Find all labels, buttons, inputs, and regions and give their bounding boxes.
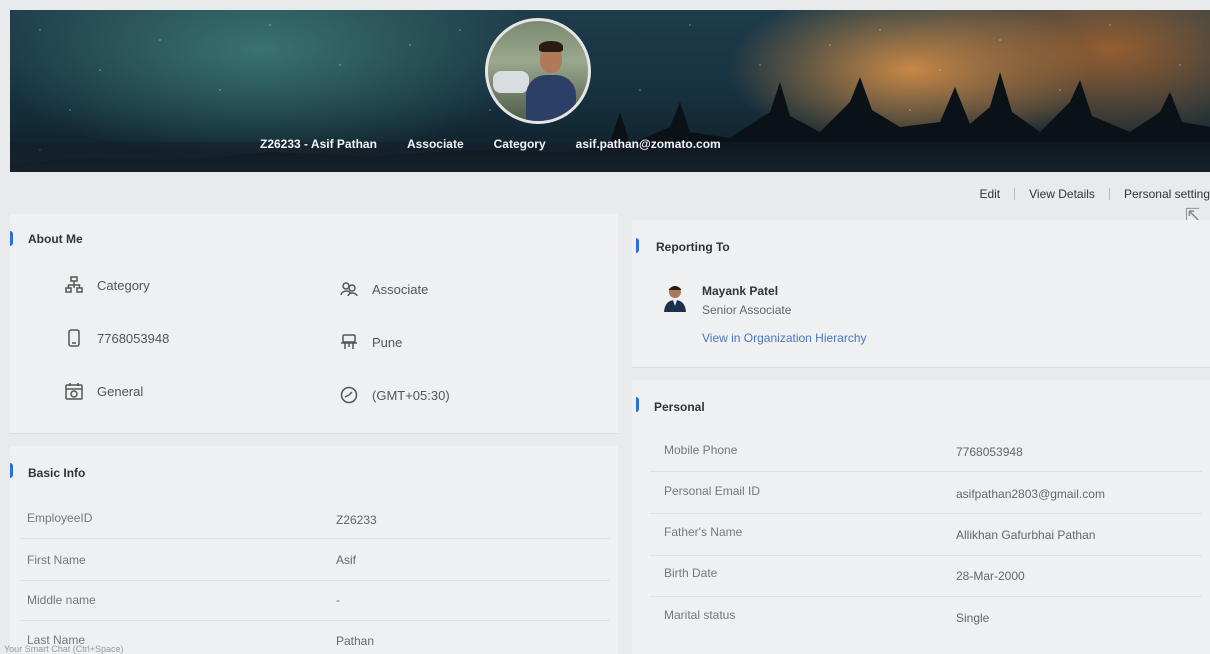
about-item-category: Category: [65, 276, 150, 294]
mobile-icon: [68, 329, 80, 347]
personal-title: Personal: [654, 400, 705, 414]
employee-category: Category: [493, 137, 546, 151]
desk-icon: [341, 334, 357, 349]
people-icon: [340, 282, 358, 297]
personal-label-marital: Marital status: [664, 608, 736, 622]
personal-value-email: asifpathan2803@gmail.com: [956, 487, 1105, 501]
personal-label-father: Father's Name: [664, 525, 743, 539]
about-item-shift: General: [65, 382, 143, 400]
personal-label-birth-date: Birth Date: [664, 566, 718, 580]
manager-avatar-icon[interactable]: [663, 284, 687, 312]
calendar-icon: [65, 383, 83, 400]
basic-value-last-name: Pathan: [336, 634, 375, 648]
manager-name[interactable]: Mayank Patel: [702, 284, 778, 298]
basic-value-first-name: Asif: [336, 553, 357, 567]
about-item-timezone: (GMT+05:30): [340, 386, 450, 404]
basic-label-employeeid: EmployeeID: [27, 511, 93, 525]
basic-info-panel: [10, 446, 618, 654]
view-details-button[interactable]: View Details: [1015, 183, 1109, 205]
about-me-panel: [10, 214, 618, 434]
about-item-role: Associate: [340, 280, 428, 298]
hierarchy-icon: [65, 276, 83, 293]
about-item-mobile: 7768053948: [65, 329, 169, 347]
personal-value-birth-date: 28-Mar-2000: [956, 569, 1025, 583]
personal-value-father: Allikhan Gafurbhai Pathan: [956, 528, 1096, 542]
basic-value-middle-name: -: [336, 593, 340, 607]
smart-chat-hint[interactable]: Your Smart Chat (Ctrl+Space): [0, 644, 123, 654]
about-item-location: Pune: [340, 333, 402, 351]
basic-value-employeeid: Z26233: [336, 513, 377, 527]
employee-name: Z26233 - Asif Pathan: [260, 137, 377, 151]
profile-avatar[interactable]: [485, 18, 591, 124]
basic-label-first-name: First Name: [27, 553, 86, 567]
personal-label-mobile: Mobile Phone: [664, 443, 738, 457]
manager-role: Senior Associate: [702, 303, 792, 317]
personal-label-email: Personal Email ID: [664, 484, 761, 498]
reporting-to-title: Reporting To: [656, 240, 730, 254]
banner-info: Z26233 - Asif Pathan Associate Category …: [260, 137, 721, 151]
edit-button[interactable]: Edit: [965, 183, 1014, 205]
employee-email[interactable]: asif.pathan@zomato.com: [576, 137, 721, 151]
basic-label-middle-name: Middle name: [27, 593, 96, 607]
basic-info-title: Basic Info: [28, 466, 86, 480]
org-hierarchy-link[interactable]: View in Organization Hierarchy: [702, 331, 867, 345]
employee-role: Associate: [406, 137, 464, 151]
personal-settings-button[interactable]: Personal setting: [1110, 183, 1210, 205]
personal-value-mobile: 7768053948: [956, 445, 1023, 459]
about-me-title: About Me: [28, 232, 83, 246]
profile-actions: Edit View Details Personal setting: [965, 183, 1210, 205]
personal-value-marital: Single: [956, 611, 990, 625]
clock-icon: [340, 386, 358, 404]
